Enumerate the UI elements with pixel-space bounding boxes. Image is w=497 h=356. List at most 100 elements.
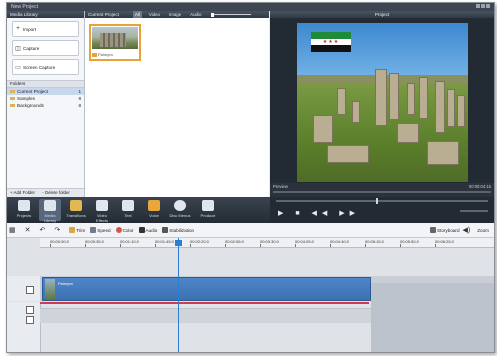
library-footer: + Add Folder - Delete folder [7,188,84,197]
capture-icon: ◫ [15,45,21,52]
current-project-panel: Current Project All Video Image Audio Pa… [85,11,269,197]
undo-icon[interactable]: ↶ [40,226,50,234]
speaker-icon[interactable]: ◀) [463,226,475,234]
clip-label: Palmyra [58,281,73,286]
title-bar: New Project [7,3,494,11]
ruler-tick: 00:02:20.0 [190,239,209,247]
ruler-tick: 00:03:30.0 [260,239,279,247]
ruler-tick: 00:04:40.0 [330,239,349,247]
ribbon-text[interactable]: Text [117,199,139,221]
ribbon-media-library[interactable]: Media Library [39,199,61,223]
speed-button[interactable]: Speed [90,227,111,233]
speed-icon [90,227,97,233]
seek-handle[interactable] [375,198,378,204]
ruler-tick: 00:02:55.0 [225,239,244,247]
ruler-tick: 00:04:05.0 [295,239,314,247]
media-library-panel: Media Library + Import ◫ Capture ▭ Screen C… [7,11,85,197]
track-lock-icon[interactable] [26,306,34,314]
playback-seek-slider[interactable] [276,198,488,204]
filter-all[interactable]: All [132,11,142,18]
voice-icon [148,200,160,211]
filter-image[interactable]: Image [167,11,183,18]
timeline-ruler[interactable]: 00:00:00.0 00:00:35.0 00:01:10.0 00:01:4… [40,238,494,248]
playback-bar: ▶ ■ ◀◀ ▶▶ [270,197,494,223]
ruler-tick: 00:00:00.0 [50,239,69,247]
disc-menus-icon [174,200,186,211]
monitor-icon: ▭ [15,64,21,71]
stabilization-button[interactable]: Stabilization [162,227,194,233]
trim-icon [69,227,76,233]
media-thumbnail[interactable]: Palmyra [89,24,141,61]
storyboard-button[interactable]: Storyboard [430,227,460,233]
screen-capture-button[interactable]: ▭ Screen Capture [12,59,79,75]
text-icon [122,200,134,211]
folder-icon [10,97,15,100]
flag-overlay: ★★★ [311,32,351,52]
folder-samples[interactable]: Samples 8 [7,95,84,102]
ribbon-voice[interactable]: Voice [143,199,165,221]
storyboard-icon [430,227,437,233]
track-visibility-icon[interactable] [26,286,34,294]
ruler-tick: 00:01:10.0 [120,239,139,247]
edit-toolbar-right: Storyboard ◀) Zoom [430,226,492,234]
ruler-tick: 00:06:25.0 [435,239,454,247]
timeline-clip[interactable]: Palmyra [42,277,371,301]
ribbon-disc-menus[interactable]: Disc Menus [169,199,191,221]
thumbnail-size-slider[interactable] [211,12,252,17]
redo-icon[interactable]: ↷ [54,226,64,234]
media-filter: All Video Image Audio [132,11,252,18]
transitions-icon [70,200,82,211]
trim-button[interactable]: Trim [69,227,85,233]
ribbon-projects[interactable]: Projects [13,199,35,221]
delete-folder-button[interactable]: - Delete folder [42,190,70,195]
playhead[interactable] [175,238,182,352]
folder-icon [10,104,15,107]
delete-icon[interactable]: ✕ [25,226,35,234]
track-mute-icon[interactable] [26,316,34,324]
import-button[interactable]: + Import [12,21,79,37]
media-library-header: Media Library [7,11,84,18]
filter-audio[interactable]: Audio [188,11,203,18]
ribbon-produce[interactable]: Produce [195,199,221,221]
volume-slider[interactable] [460,210,488,212]
timeline-empty-area [371,283,494,352]
audio-track-header [7,302,41,352]
current-project-header: Current Project All Video Image Audio [85,11,269,18]
audio-icon [138,227,145,233]
plus-icon: + [16,26,20,32]
filter-video[interactable]: Video [147,11,162,18]
projects-icon [18,200,30,211]
audio-button[interactable]: Audio [138,227,157,233]
window-title: New Project [11,4,38,10]
preview-screen: ★★★ [297,23,468,182]
preview-scrubber[interactable] [273,191,491,193]
add-folder-button[interactable]: + Add Folder [10,190,35,195]
folder-backgrounds[interactable]: Backgrounds 8 [7,102,84,109]
ruler-tick: 00:00:35.0 [85,239,104,247]
playback-controls[interactable]: ▶ ■ ◀◀ ▶▶ [278,209,360,217]
main-ribbon: Projects Media Library Transitions Video… [7,197,494,223]
media-library-icon [44,200,56,211]
color-button[interactable]: Color [115,227,134,233]
ribbon-video-effects[interactable]: Video Effects [91,199,113,223]
edit-toolbar: ▦ ✕ ↶ ↷ Trim Speed Color Audio Stabiliza… [7,223,494,238]
ruler-tick: 00:05:50.0 [400,239,419,247]
star-icon: ★★★ [311,38,351,46]
video-effects-icon [96,200,108,211]
ruler-tick: 00:05:15.0 [365,239,384,247]
timeline: 00:00:00.0 00:00:35.0 00:01:10.0 00:01:4… [7,238,494,352]
ribbon-transitions[interactable]: Transitions [65,199,87,221]
preview-header: Project [270,11,494,18]
zoom-control[interactable]: Zoom [477,228,489,233]
window-controls[interactable] [475,4,491,9]
grid-icon[interactable]: ▦ [9,226,20,234]
app-window: New Project Media Library + Import ◫ Captu… [6,2,495,353]
produce-icon [202,200,214,211]
preview-time: 00:00:04:15 [468,184,491,189]
folder-current-project[interactable]: Current Project 1 [7,88,84,95]
thumbnail-caption: Palmyra [92,51,138,58]
preview-label: Preview [273,184,288,189]
capture-button[interactable]: ◫ Capture [12,40,79,56]
video-track-header [7,276,41,301]
audio-level-line[interactable] [40,302,369,304]
